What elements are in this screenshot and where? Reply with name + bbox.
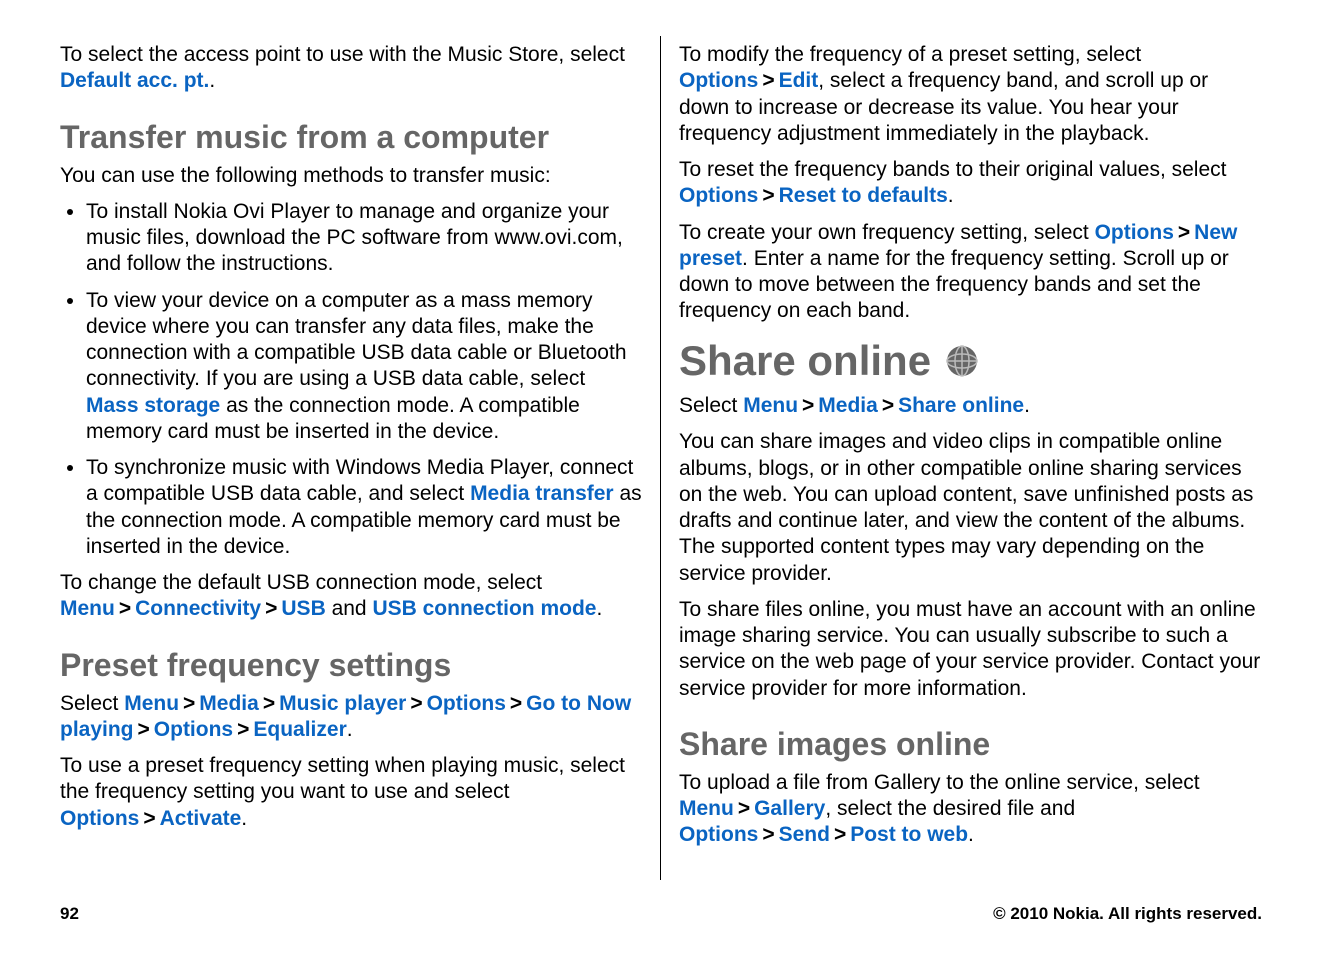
link-menu[interactable]: Menu [124, 692, 179, 715]
text: To create your own frequency setting, se… [679, 221, 1095, 244]
text: . [596, 597, 602, 620]
link-reset-to-defaults[interactable]: Reset to defaults [779, 184, 948, 207]
link-menu[interactable]: Menu [679, 797, 734, 820]
text: To modify the frequency of a preset sett… [679, 43, 1141, 66]
text: . [1024, 394, 1030, 417]
link-media[interactable]: Media [199, 692, 259, 715]
preset-path: Select Menu>Media>Music player>Options>G… [60, 691, 642, 744]
link-options[interactable]: Options [679, 184, 758, 207]
heading-transfer-music: Transfer music from a computer [60, 117, 642, 157]
text: To upload a file from Gallery to the onl… [679, 771, 1200, 794]
heading-share-images-online: Share images online [679, 724, 1262, 764]
intro-paragraph: To select the access point to use with t… [60, 42, 642, 95]
chevron-right-icon: > [406, 692, 426, 715]
link-activate[interactable]: Activate [160, 807, 242, 830]
list-item: To synchronize music with Windows Media … [86, 455, 642, 560]
heading-share-online: Share online [679, 335, 1262, 388]
copyright-text: © 2010 Nokia. All rights reserved. [993, 904, 1262, 924]
link-options[interactable]: Options [679, 69, 758, 92]
link-options[interactable]: Options [679, 823, 758, 846]
text: To change the default USB connection mod… [60, 571, 542, 594]
share-select-path: Select Menu>Media>Share online. [679, 393, 1262, 419]
link-usb[interactable]: USB [281, 597, 325, 620]
chevron-right-icon: > [798, 394, 818, 417]
usb-mode-paragraph: To change the default USB connection mod… [60, 570, 642, 623]
modify-frequency: To modify the frequency of a preset sett… [679, 42, 1262, 147]
chevron-right-icon: > [259, 692, 279, 715]
text: Select [60, 692, 124, 715]
text: . [347, 718, 353, 741]
heading-text: Share online [679, 335, 931, 388]
link-options[interactable]: Options [60, 807, 139, 830]
text: To use a preset frequency setting when p… [60, 754, 625, 803]
chevron-right-icon: > [758, 184, 778, 207]
text: . [209, 69, 215, 92]
chevron-right-icon: > [261, 597, 281, 620]
chevron-right-icon: > [1174, 221, 1194, 244]
text: . [968, 823, 974, 846]
document-page: To select the access point to use with t… [0, 0, 1322, 954]
text: To select the access point to use with t… [60, 43, 625, 66]
text: . Enter a name for the frequency setting… [679, 247, 1229, 323]
link-send[interactable]: Send [779, 823, 830, 846]
chevron-right-icon: > [115, 597, 135, 620]
chevron-right-icon: > [734, 797, 754, 820]
globe-icon [945, 344, 979, 378]
preset-use: To use a preset frequency setting when p… [60, 753, 642, 832]
link-default-acc-pt[interactable]: Default acc. pt. [60, 69, 209, 92]
page-footer: 92 © 2010 Nokia. All rights reserved. [60, 880, 1262, 924]
list-item: To install Nokia Ovi Player to manage an… [86, 199, 642, 278]
heading-preset-frequency: Preset frequency settings [60, 645, 642, 685]
link-connectivity[interactable]: Connectivity [135, 597, 261, 620]
new-preset: To create your own frequency setting, se… [679, 220, 1262, 325]
left-column: To select the access point to use with t… [60, 36, 661, 880]
chevron-right-icon: > [134, 718, 154, 741]
list-item: To view your device on a computer as a m… [86, 288, 642, 446]
chevron-right-icon: > [830, 823, 850, 846]
link-media[interactable]: Media [818, 394, 878, 417]
chevron-right-icon: > [878, 394, 898, 417]
text: Select [679, 394, 743, 417]
share-paragraph-2: To share files online, you must have an … [679, 597, 1262, 702]
chevron-right-icon: > [758, 823, 778, 846]
two-column-layout: To select the access point to use with t… [60, 36, 1262, 880]
link-options[interactable]: Options [154, 718, 233, 741]
link-gallery[interactable]: Gallery [754, 797, 825, 820]
chevron-right-icon: > [233, 718, 253, 741]
text: . [948, 184, 954, 207]
link-options[interactable]: Options [1095, 221, 1174, 244]
transfer-list: To install Nokia Ovi Player to manage an… [60, 199, 642, 560]
chevron-right-icon: > [139, 807, 159, 830]
link-usb-connection-mode[interactable]: USB connection mode [372, 597, 596, 620]
text: To reset the frequency bands to their or… [679, 158, 1226, 181]
link-media-transfer[interactable]: Media transfer [470, 482, 614, 505]
link-post-to-web[interactable]: Post to web [850, 823, 968, 846]
link-menu[interactable]: Menu [743, 394, 798, 417]
share-paragraph-1: You can share images and video clips in … [679, 429, 1262, 587]
text: . [241, 807, 247, 830]
reset-frequency: To reset the frequency bands to their or… [679, 157, 1262, 210]
link-menu[interactable]: Menu [60, 597, 115, 620]
right-column: To modify the frequency of a preset sett… [661, 36, 1262, 880]
page-number: 92 [60, 904, 79, 924]
chevron-right-icon: > [179, 692, 199, 715]
link-mass-storage[interactable]: Mass storage [86, 394, 220, 417]
link-edit[interactable]: Edit [779, 69, 819, 92]
link-share-online[interactable]: Share online [898, 394, 1024, 417]
share-images-paragraph: To upload a file from Gallery to the onl… [679, 770, 1262, 849]
text: , select the desired file and [825, 797, 1075, 820]
link-music-player[interactable]: Music player [279, 692, 406, 715]
transfer-intro: You can use the following methods to tra… [60, 163, 642, 189]
chevron-right-icon: > [758, 69, 778, 92]
text: and [326, 597, 373, 620]
text: To view your device on a computer as a m… [86, 289, 627, 391]
link-options[interactable]: Options [427, 692, 506, 715]
link-equalizer[interactable]: Equalizer [253, 718, 346, 741]
chevron-right-icon: > [506, 692, 526, 715]
